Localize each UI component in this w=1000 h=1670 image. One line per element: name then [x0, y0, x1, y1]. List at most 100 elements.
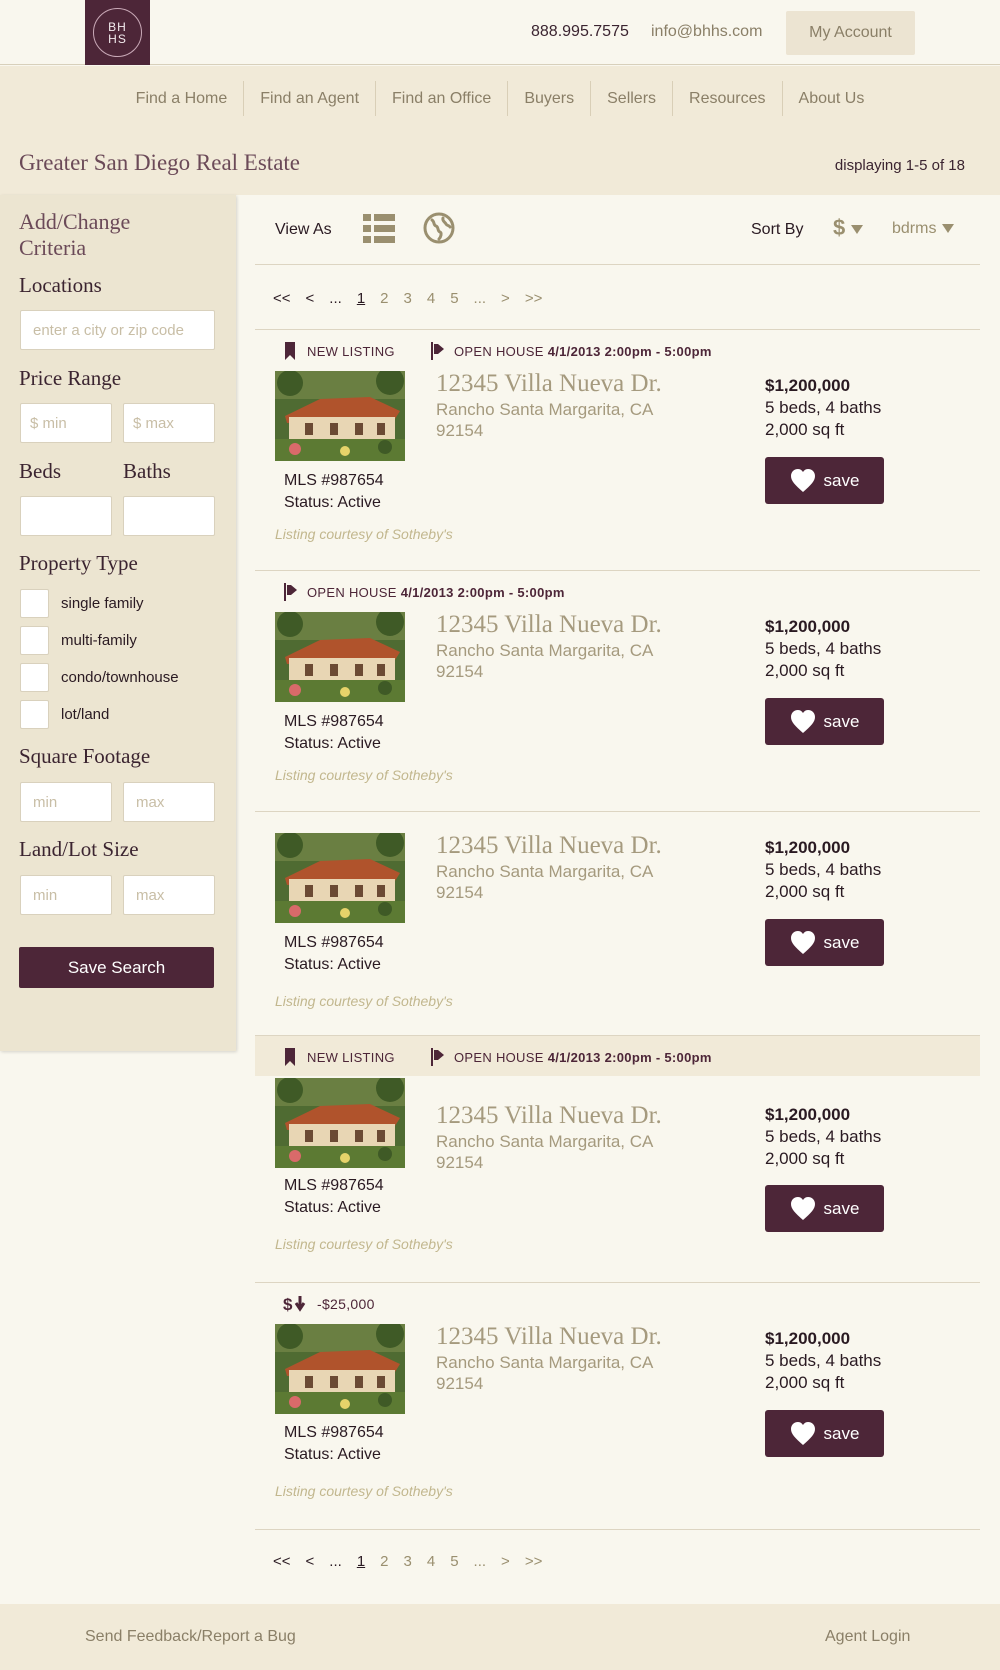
location-input[interactable]	[20, 310, 215, 350]
price-range-label: Price Range	[19, 366, 122, 390]
listing-sqft: 2,000 sq ft	[765, 661, 845, 680]
nav-find-an-office[interactable]: Find an Office	[375, 81, 507, 116]
property-type-condo[interactable]: condo/townhouse	[20, 662, 179, 692]
checkbox[interactable]	[20, 699, 49, 729]
property-photo[interactable]	[275, 1078, 405, 1168]
page-next[interactable]: >	[501, 1553, 510, 1570]
nav-buyers[interactable]: Buyers	[507, 81, 590, 116]
flag-icon	[431, 342, 444, 360]
listing-card[interactable]: NEW LISTING OPEN HOUSE 4/1/2013 2:00pm - …	[255, 1036, 980, 1283]
page-1[interactable]: 1	[357, 1553, 365, 1570]
nav-resources[interactable]: Resources	[672, 81, 781, 116]
save-search-button[interactable]: Save Search	[19, 947, 214, 988]
list-view-icon[interactable]	[363, 213, 395, 245]
page-first[interactable]: <<	[273, 290, 291, 307]
listing-tags: $ -$25,000	[255, 1283, 980, 1323]
page-3[interactable]: 3	[404, 290, 412, 307]
listing-card[interactable]: MLS #987654 Status: Active Listing court…	[255, 812, 980, 1036]
listing-status: Status: Active	[284, 1446, 381, 1463]
new-listing-label: NEW LISTING	[307, 1049, 395, 1065]
nav-about-us[interactable]: About Us	[781, 81, 881, 116]
heart-icon	[790, 468, 815, 492]
locations-label: Locations	[19, 273, 102, 297]
agent-login-link[interactable]: Agent Login	[825, 1628, 910, 1646]
bhhs-logo[interactable]: BH HS	[85, 0, 150, 65]
listing-address[interactable]: 12345 Villa Nueva Dr.	[436, 1323, 662, 1351]
page-5[interactable]: 5	[450, 1553, 458, 1570]
listing-price: $1,200,000	[765, 376, 851, 395]
page-2[interactable]: 2	[380, 290, 388, 307]
property-photo[interactable]	[275, 612, 405, 702]
lot-min-input[interactable]	[20, 875, 112, 915]
listing-address[interactable]: 12345 Villa Nueva Dr.	[436, 1102, 662, 1130]
listing-card[interactable]: $ -$25,000 MLS #987654 Status: Active Li…	[255, 1283, 980, 1530]
open-house-label: OPEN HOUSE	[454, 343, 544, 359]
sqft-min-input[interactable]	[20, 782, 112, 822]
page-4[interactable]: 4	[427, 1553, 435, 1570]
email-link[interactable]: info@bhhs.com	[651, 23, 762, 41]
checkbox-label: condo/townhouse	[61, 668, 179, 686]
page-prev[interactable]: <	[306, 1553, 315, 1570]
pagination-top: << < ... 1 2 3 4 5 ... > >>	[273, 286, 557, 310]
listing-city: Rancho Santa Margarita, CA 92154	[436, 640, 696, 682]
page-3[interactable]: 3	[404, 1553, 412, 1570]
price-min-input[interactable]	[20, 403, 112, 443]
phone-number[interactable]: 888.995.7575	[531, 23, 629, 41]
listing-status: Status: Active	[284, 494, 381, 511]
page-4[interactable]: 4	[427, 290, 435, 307]
listing-card[interactable]: NEW LISTING OPEN HOUSE 4/1/2013 2:00pm - …	[255, 330, 980, 571]
sqft-max-input[interactable]	[123, 782, 215, 822]
property-photo[interactable]	[275, 833, 405, 923]
listing-courtesy: Listing courtesy of Sotheby's	[275, 1483, 453, 1499]
page-1[interactable]: 1	[357, 290, 365, 307]
save-label: save	[823, 470, 860, 490]
page-2[interactable]: 2	[380, 1553, 388, 1570]
save-listing-button[interactable]: save	[765, 698, 884, 745]
send-feedback-link[interactable]: Send Feedback/Report a Bug	[85, 1628, 296, 1646]
results-count: displaying 1-5 of 18	[834, 157, 965, 174]
listing-address[interactable]: 12345 Villa Nueva Dr.	[436, 370, 662, 398]
page-last[interactable]: >>	[525, 1553, 543, 1570]
property-type-multi-family[interactable]: multi-family	[20, 625, 137, 655]
save-listing-button[interactable]: save	[765, 919, 884, 966]
page-5[interactable]: 5	[450, 290, 458, 307]
save-listing-button[interactable]: save	[765, 1185, 884, 1232]
listing-beds-baths: 5 beds, 4 baths	[765, 1351, 882, 1370]
save-listing-button[interactable]: save	[765, 1410, 884, 1457]
open-house-label: OPEN HOUSE	[307, 584, 397, 600]
sort-by-bedrooms[interactable]: bdrms	[892, 220, 955, 238]
logo-text-bottom: HS	[108, 31, 127, 46]
checkbox[interactable]	[20, 662, 49, 692]
listing-city: Rancho Santa Margarita, CA 92154	[436, 1131, 696, 1173]
listing-sqft: 2,000 sq ft	[765, 420, 845, 439]
listing-address[interactable]: 12345 Villa Nueva Dr.	[436, 832, 662, 860]
checkbox[interactable]	[20, 588, 49, 618]
save-listing-button[interactable]: save	[765, 457, 884, 504]
baths-input[interactable]	[123, 496, 215, 536]
page-next[interactable]: >	[501, 290, 510, 307]
save-label: save	[823, 1423, 860, 1443]
sort-by-price[interactable]: $	[833, 215, 864, 241]
listing-card[interactable]: OPEN HOUSE 4/1/2013 2:00pm - 5:00pm MLS #…	[255, 571, 980, 812]
nav-find-a-home[interactable]: Find a Home	[120, 81, 244, 116]
beds-input[interactable]	[20, 496, 112, 536]
listing-courtesy: Listing courtesy of Sotheby's	[275, 993, 453, 1009]
page-last[interactable]: >>	[525, 290, 543, 307]
map-view-globe-icon[interactable]	[423, 212, 455, 244]
page-ellipsis: ...	[329, 289, 342, 307]
property-type-lot-land[interactable]: lot/land	[20, 699, 109, 729]
page-first[interactable]: <<	[273, 1553, 291, 1570]
nav-sellers[interactable]: Sellers	[590, 81, 672, 116]
property-photo[interactable]	[275, 371, 405, 461]
nav-find-an-agent[interactable]: Find an Agent	[243, 81, 375, 116]
price-max-input[interactable]	[123, 403, 215, 443]
property-type-single-family[interactable]: single family	[20, 588, 144, 618]
listing-address[interactable]: 12345 Villa Nueva Dr.	[436, 611, 662, 639]
open-house-tag: OPEN HOUSE 4/1/2013 2:00pm - 5:00pm	[430, 1048, 712, 1066]
svg-text:$: $	[283, 1295, 293, 1313]
my-account-button[interactable]: My Account	[786, 11, 915, 55]
lot-max-input[interactable]	[123, 875, 215, 915]
property-photo[interactable]	[275, 1324, 405, 1414]
checkbox[interactable]	[20, 625, 49, 655]
page-prev[interactable]: <	[306, 290, 315, 307]
